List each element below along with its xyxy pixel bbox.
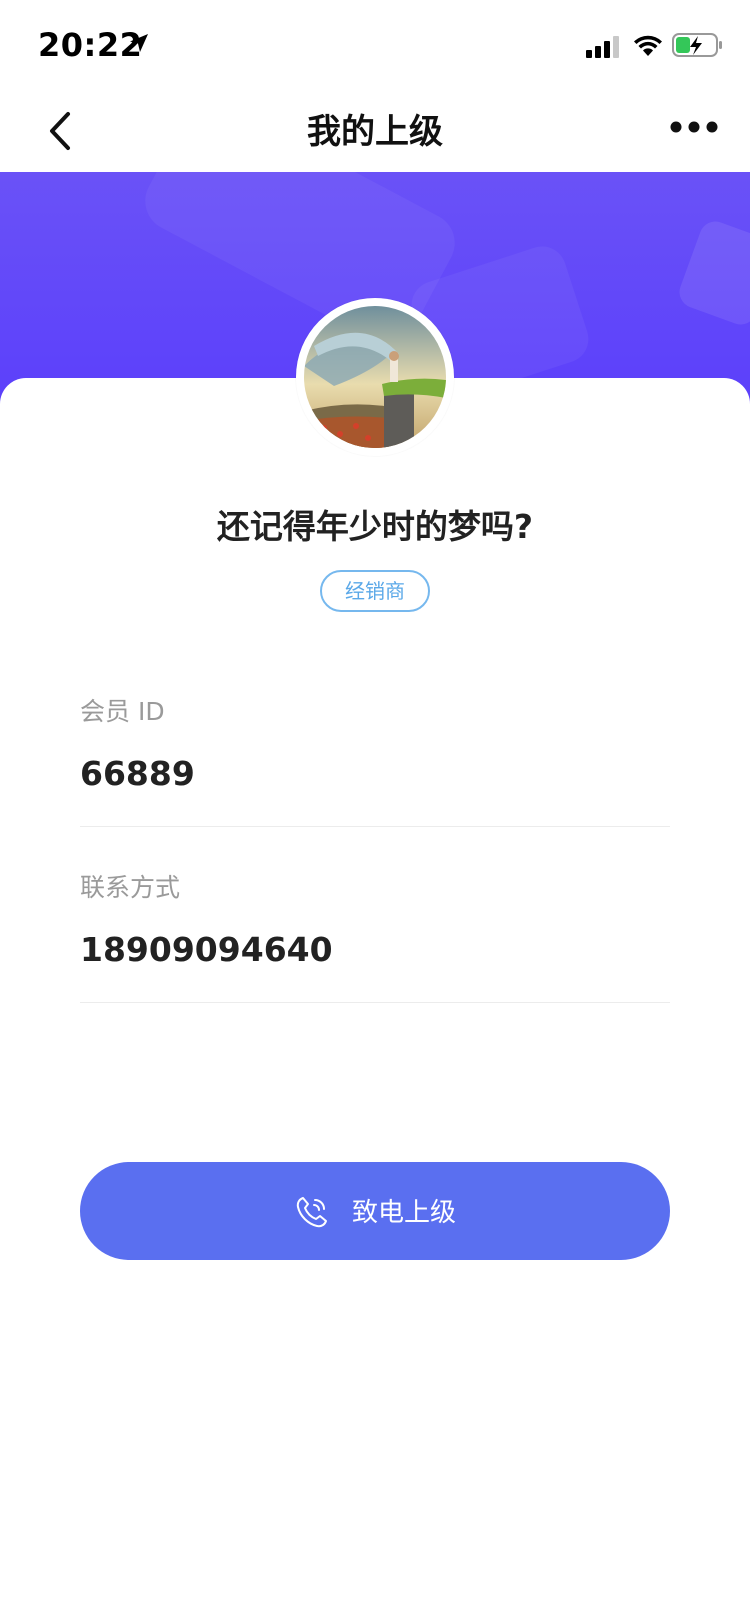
divider xyxy=(80,826,670,827)
profile-card xyxy=(0,378,750,1624)
avatar xyxy=(296,298,454,456)
contact-label: 联系方式 xyxy=(80,873,181,902)
contact-value: 18909094640 xyxy=(80,930,333,969)
user-name: 还记得年少时的梦吗? xyxy=(216,507,534,546)
banner-decoration xyxy=(675,217,750,329)
status-bar: 20:22 xyxy=(0,0,750,88)
cellular-signal-icon xyxy=(586,36,619,58)
navigation-bar: 我的上级 xyxy=(0,88,750,172)
call-superior-button[interactable]: 致电上级 xyxy=(80,1162,670,1260)
divider xyxy=(80,1002,670,1003)
more-dots-icon[interactable] xyxy=(670,120,718,134)
page-title: 我的上级 xyxy=(307,112,443,152)
phone-call-icon xyxy=(296,1197,327,1228)
avatar-image xyxy=(304,306,446,448)
status-time: 20:22 xyxy=(38,26,143,64)
battery-charging-icon xyxy=(672,33,722,57)
wifi-icon xyxy=(634,35,662,56)
member-id-value: 66889 xyxy=(80,754,195,793)
page: 20:22 我的上级 还记得年少时的梦吗? 经销商 会员 ID 66889 联系… xyxy=(0,0,750,1624)
call-button-label: 致电上级 xyxy=(352,1198,457,1228)
member-id-label: 会员 ID xyxy=(80,697,165,726)
role-badge: 经销商 xyxy=(320,570,430,612)
location-arrow-icon xyxy=(130,34,148,52)
